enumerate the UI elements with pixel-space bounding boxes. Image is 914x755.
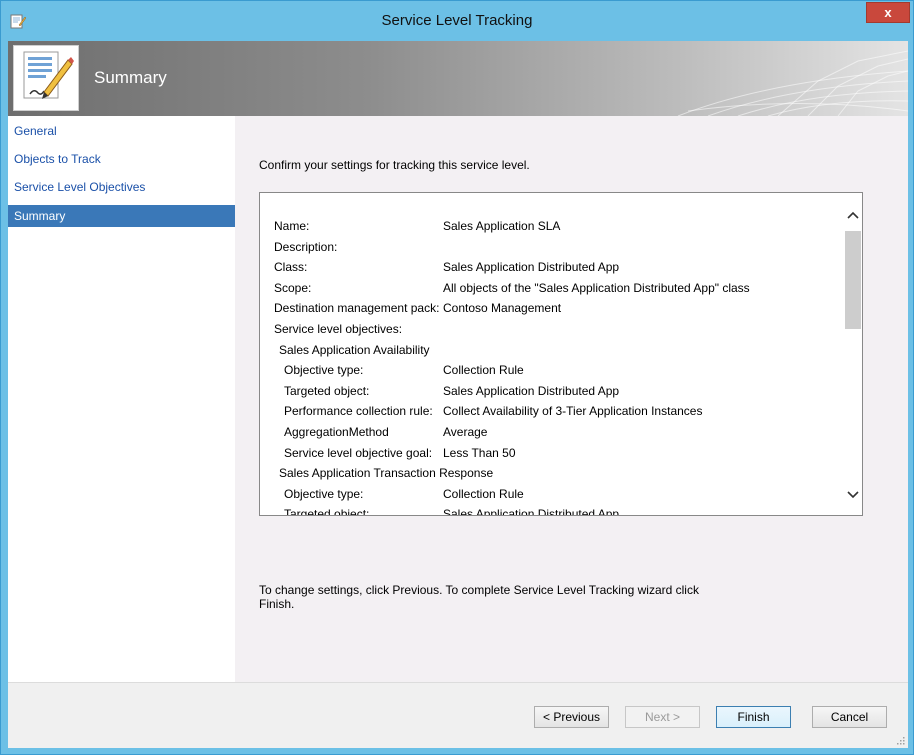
next-button[interactable]: Next > <box>625 706 700 728</box>
previous-button[interactable]: < Previous <box>534 706 609 728</box>
summary-value: All objects of the "Sales Application Di… <box>443 280 750 295</box>
cancel-button[interactable]: Cancel <box>812 706 887 728</box>
wizard-step-nav: General Objects to Track Service Level O… <box>8 116 235 682</box>
summary-list: Name: Sales Application SLA Description: … <box>274 219 844 516</box>
window-title: Service Level Tracking <box>381 12 533 29</box>
confirm-instruction: Confirm your settings for tracking this … <box>259 158 530 172</box>
summary-row: Scope: All objects of the "Sales Applicat… <box>274 281 844 302</box>
summary-label: Service level objectives: <box>274 321 403 336</box>
summary-value: Sales Application Distributed App <box>443 383 620 398</box>
wizard-window: Service Level Tracking x Summary General… <box>0 0 914 755</box>
summary-label: Service level objective goal: <box>284 445 433 460</box>
page-title: Summary <box>94 68 167 87</box>
summary-value: Average <box>443 424 488 439</box>
nav-item-general[interactable]: General <box>8 120 235 142</box>
summary-row: Name: Sales Application SLA <box>274 219 844 240</box>
wizard-button-bar: < Previous Next > Finish Cancel <box>8 682 908 748</box>
summary-row: Performance collection rule: Collect Avai… <box>274 404 844 425</box>
summary-row: Objective type: Collection Rule <box>274 363 844 384</box>
wizard-client-area: Summary General Objects to Track Service… <box>8 41 908 748</box>
nav-item-objects-to-track[interactable]: Objects to Track <box>8 148 235 170</box>
header-decoration-graphic <box>677 50 908 116</box>
scrollbar-thumb[interactable] <box>845 231 861 329</box>
summary-label: Objective type: <box>284 486 364 501</box>
summary-row: Destination management pack: Contoso Mana… <box>274 301 844 322</box>
summary-label: Scope: <box>274 280 312 295</box>
summary-row: Service level objectives: <box>274 322 844 343</box>
summary-label: AggregationMethod <box>284 424 389 439</box>
summary-panel: Confirm your settings for tracking this … <box>235 116 908 682</box>
summary-value: Sales Application Distributed App <box>443 507 620 516</box>
close-button[interactable]: x <box>866 2 910 23</box>
summary-value: Collect Availability of 3-Tier Applicati… <box>443 404 703 419</box>
summary-label: Sales Application Transaction Response <box>279 466 494 481</box>
summary-label: Description: <box>274 239 338 254</box>
summary-row: Sales Application Availability <box>274 343 844 364</box>
summary-label: Sales Application Availability <box>279 342 430 357</box>
summary-row: Service level objective goal: Less Than 5… <box>274 446 844 467</box>
summary-value: Contoso Management <box>443 301 562 316</box>
summary-label: Targeted object: <box>284 507 370 516</box>
summary-row: Objective type: Collection Rule <box>274 487 844 508</box>
summary-label: Objective type: <box>284 363 364 378</box>
summary-row: Description: <box>274 240 844 261</box>
summary-value: Collection Rule <box>443 486 524 501</box>
summary-row: AggregationMethod Average <box>274 425 844 446</box>
summary-row: Sales Application Transaction Response <box>274 466 844 487</box>
summary-value: Collection Rule <box>443 363 524 378</box>
summary-value: Less Than 50 <box>443 445 516 460</box>
summary-label: Class: <box>274 260 308 275</box>
summary-row: Targeted object: Sales Application Distri… <box>274 507 844 516</box>
scroll-up-arrow-icon[interactable] <box>844 207 862 223</box>
resize-grip-icon[interactable] <box>895 735 905 745</box>
summary-label: Name: <box>274 219 310 233</box>
summary-row: Class: Sales Application Distributed App <box>274 260 844 281</box>
scroll-down-arrow-icon[interactable] <box>844 487 862 503</box>
finish-button[interactable]: Finish <box>716 706 791 728</box>
summary-label: Targeted object: <box>284 383 370 398</box>
summary-label: Performance collection rule: <box>284 404 433 419</box>
summary-details-box[interactable]: Name: Sales Application SLA Description: … <box>259 192 863 516</box>
nav-item-service-level-objectives[interactable]: Service Level Objectives <box>8 176 235 198</box>
summary-label: Destination management pack: <box>274 301 440 316</box>
title-bar[interactable]: Service Level Tracking x <box>1 1 913 41</box>
navigation-hint: To change settings, click Previous. To c… <box>259 583 699 611</box>
summary-scrollbar[interactable] <box>844 207 862 503</box>
summary-row: Targeted object: Sales Application Distri… <box>274 384 844 405</box>
summary-value: Sales Application SLA <box>443 219 561 233</box>
summary-value: Sales Application Distributed App <box>443 260 620 275</box>
summary-icon <box>13 45 79 111</box>
wizard-header: Summary <box>8 41 908 116</box>
nav-item-summary[interactable]: Summary <box>8 205 235 227</box>
